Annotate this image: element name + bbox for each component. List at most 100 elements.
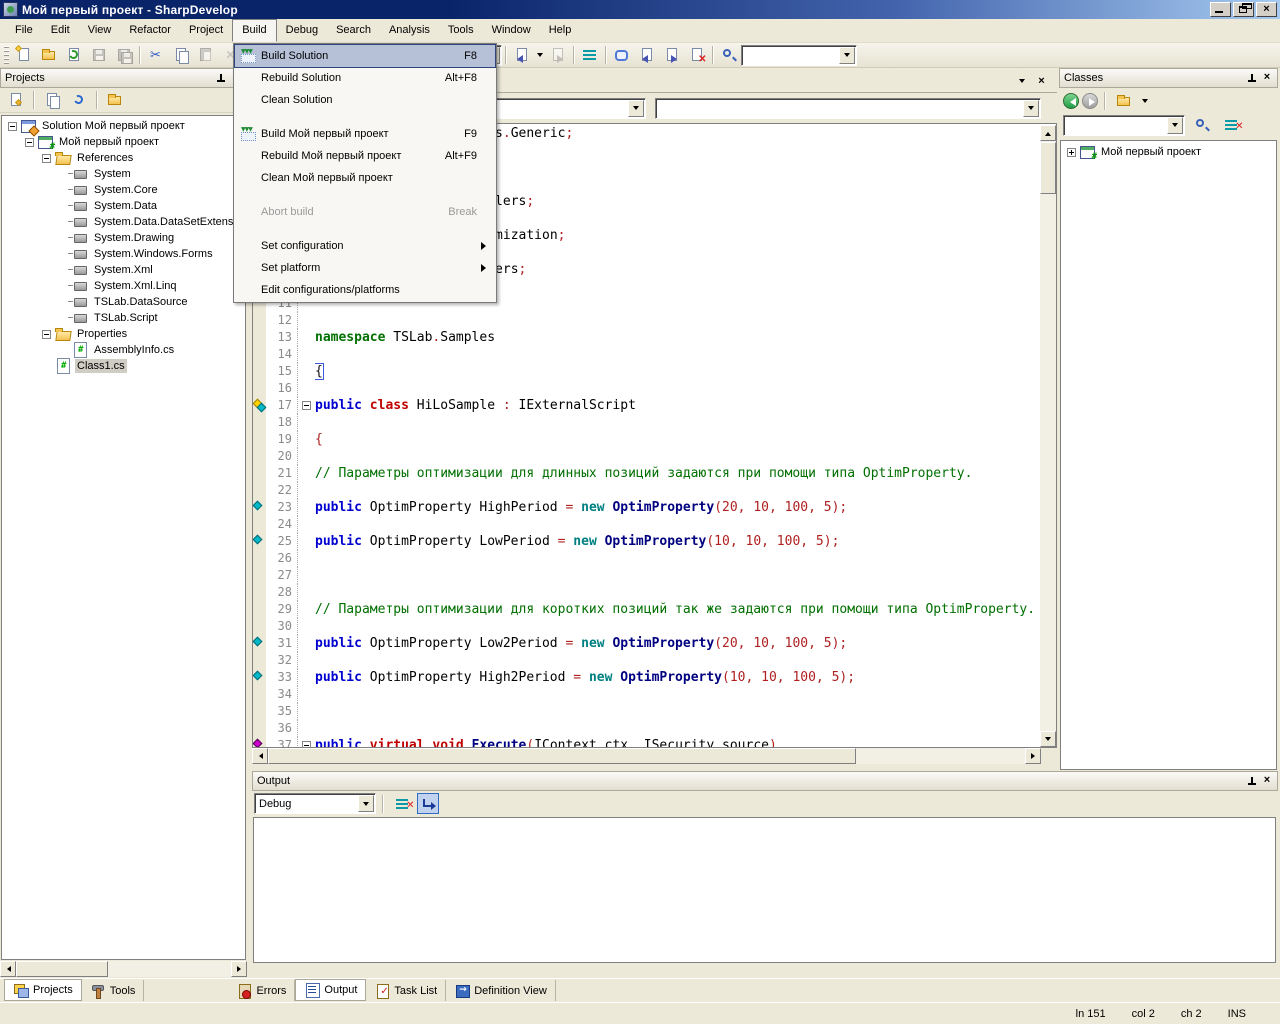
tree-item[interactable]: System bbox=[2, 166, 245, 182]
code-line[interactable]: 20 bbox=[253, 448, 1040, 465]
tree-item[interactable]: Class1.cs bbox=[2, 358, 245, 374]
titlebar[interactable]: Мой первый проект - SharpDevelop × bbox=[0, 0, 1280, 19]
bookmark-next-button[interactable] bbox=[660, 44, 683, 66]
menu-item[interactable]: Set configuration bbox=[235, 235, 495, 257]
cut-button[interactable]: ✂ bbox=[144, 44, 167, 66]
code-line[interactable]: 35 bbox=[253, 703, 1040, 720]
tree-item[interactable]: Properties bbox=[2, 326, 245, 342]
menu-item[interactable]: Clean Solution bbox=[235, 89, 495, 111]
tree-item[interactable]: System.Data bbox=[2, 198, 245, 214]
code-line[interactable]: 17public class HiLoSample : IExternalScr… bbox=[253, 397, 1040, 414]
tab-list-dropdown[interactable] bbox=[1014, 74, 1029, 88]
code-line[interactable]: 32 bbox=[253, 652, 1040, 669]
tree-item[interactable]: Solution Мой первый проект bbox=[2, 118, 245, 134]
fold-collapse-icon[interactable] bbox=[302, 401, 311, 410]
classes-search-button[interactable] bbox=[1190, 114, 1213, 136]
clear-output-button[interactable] bbox=[390, 793, 413, 815]
pin-icon[interactable] bbox=[1246, 776, 1257, 787]
menu-view[interactable]: View bbox=[79, 19, 121, 42]
tree-item[interactable]: System.Windows.Forms bbox=[2, 246, 245, 262]
menu-item[interactable]: Set platform bbox=[235, 257, 495, 279]
projects-hscrollbar[interactable] bbox=[0, 961, 247, 977]
menu-debug[interactable]: Debug bbox=[277, 19, 327, 42]
menu-build[interactable]: Build bbox=[232, 19, 276, 42]
tab-projects[interactable]: Projects bbox=[4, 979, 82, 1001]
tree-item[interactable]: System.Data.DataSetExtensions bbox=[2, 214, 245, 230]
paste-button[interactable] bbox=[194, 44, 217, 66]
output-category-combo[interactable]: Debug bbox=[254, 793, 376, 814]
code-line[interactable]: 19{ bbox=[253, 431, 1040, 448]
minimize-button[interactable] bbox=[1210, 2, 1231, 17]
bookmark-clear-button[interactable]: ✕ bbox=[685, 44, 708, 66]
tree-item[interactable]: Мой первый проект bbox=[2, 134, 245, 150]
tree-item[interactable]: System.Xml.Linq bbox=[2, 278, 245, 294]
menu-refactor[interactable]: Refactor bbox=[120, 19, 180, 42]
highlight-lines-button[interactable] bbox=[578, 44, 601, 66]
tab-output[interactable]: Output bbox=[295, 979, 366, 1001]
close-panel-icon[interactable]: × bbox=[1261, 775, 1273, 787]
menu-search[interactable]: Search bbox=[327, 19, 380, 42]
code-line[interactable]: 16 bbox=[253, 380, 1040, 397]
code-line[interactable]: 15{ bbox=[253, 363, 1040, 380]
collapse-icon[interactable] bbox=[25, 138, 34, 147]
code-line[interactable]: 27 bbox=[253, 567, 1040, 584]
menu-item[interactable]: Build Мой первый проектF9 bbox=[235, 123, 495, 145]
menu-help[interactable]: Help bbox=[540, 19, 581, 42]
tree-item[interactable]: System.Core bbox=[2, 182, 245, 198]
code-line[interactable]: 31public OptimProperty Low2Period = new … bbox=[253, 635, 1040, 652]
scrollbar-thumb[interactable] bbox=[16, 961, 108, 977]
code-line[interactable]: 36 bbox=[253, 720, 1040, 737]
tab-definition-view[interactable]: Definition View bbox=[446, 980, 556, 1001]
code-line[interactable]: 13namespace TSLab.Samples bbox=[253, 329, 1040, 346]
scrollbar-thumb[interactable] bbox=[268, 748, 856, 764]
close-panel-icon[interactable]: × bbox=[1261, 72, 1273, 84]
tree-item[interactable]: TSLab.Script bbox=[2, 310, 245, 326]
close-button[interactable]: × bbox=[1256, 2, 1277, 17]
scroll-down-button[interactable] bbox=[1040, 731, 1056, 747]
code-line[interactable]: 30 bbox=[253, 618, 1040, 635]
scroll-right-button[interactable] bbox=[231, 961, 247, 977]
menu-analysis[interactable]: Analysis bbox=[380, 19, 439, 42]
output-text-area[interactable] bbox=[253, 817, 1276, 963]
code-line[interactable]: 34 bbox=[253, 686, 1040, 703]
editor-hscrollbar[interactable] bbox=[252, 748, 1041, 764]
code-line[interactable]: 24 bbox=[253, 516, 1040, 533]
bookmark-toggle-button[interactable] bbox=[610, 44, 633, 66]
search-combo[interactable] bbox=[741, 45, 857, 66]
tab-task-list[interactable]: Task List bbox=[366, 980, 446, 1001]
navigate-back-button[interactable] bbox=[510, 44, 533, 66]
tree-item[interactable]: References bbox=[2, 150, 245, 166]
open-file-button[interactable] bbox=[37, 44, 60, 66]
scroll-left-button[interactable] bbox=[0, 961, 16, 977]
tab-errors[interactable]: Errors bbox=[228, 980, 295, 1001]
scrollbar-thumb[interactable] bbox=[1040, 142, 1056, 194]
output-category-dropdown[interactable] bbox=[358, 795, 374, 812]
scope-button[interactable] bbox=[1112, 90, 1135, 112]
word-wrap-button[interactable] bbox=[417, 793, 439, 814]
editor-vscrollbar[interactable] bbox=[1040, 125, 1056, 747]
properties-button[interactable] bbox=[4, 89, 27, 111]
scope-dropdown[interactable] bbox=[1139, 90, 1150, 112]
navigate-forward-button[interactable] bbox=[546, 44, 569, 66]
bookmark-previous-button[interactable] bbox=[635, 44, 658, 66]
code-line[interactable]: 14 bbox=[253, 346, 1040, 363]
search-button[interactable] bbox=[717, 44, 740, 66]
tab-tools[interactable]: Tools bbox=[82, 980, 145, 1001]
forward-button[interactable] bbox=[1082, 93, 1098, 109]
collapse-icon[interactable] bbox=[8, 122, 17, 131]
code-line[interactable]: 25public OptimProperty LowPeriod = new O… bbox=[253, 533, 1040, 550]
menu-item[interactable]: Edit configurations/platforms bbox=[235, 279, 495, 301]
tree-item[interactable]: TSLab.DataSource bbox=[2, 294, 245, 310]
back-button[interactable] bbox=[1063, 93, 1079, 109]
code-line[interactable]: 37public virtual void Execute(IContext c… bbox=[253, 737, 1040, 747]
code-line[interactable]: 23public OptimProperty HighPeriod = new … bbox=[253, 499, 1040, 516]
member-navigator-dropdown[interactable] bbox=[1023, 100, 1039, 117]
collapse-icon[interactable] bbox=[42, 154, 51, 163]
code-line[interactable]: 21// Параметры оптимизации для длинных п… bbox=[253, 465, 1040, 482]
toolbar-grip[interactable] bbox=[4, 46, 9, 64]
pin-icon[interactable] bbox=[215, 73, 226, 84]
navigate-back-dropdown[interactable] bbox=[534, 44, 545, 66]
code-line[interactable]: 12 bbox=[253, 312, 1040, 329]
classes-search-dropdown[interactable] bbox=[1167, 117, 1183, 134]
code-line[interactable]: 33public OptimProperty High2Period = new… bbox=[253, 669, 1040, 686]
